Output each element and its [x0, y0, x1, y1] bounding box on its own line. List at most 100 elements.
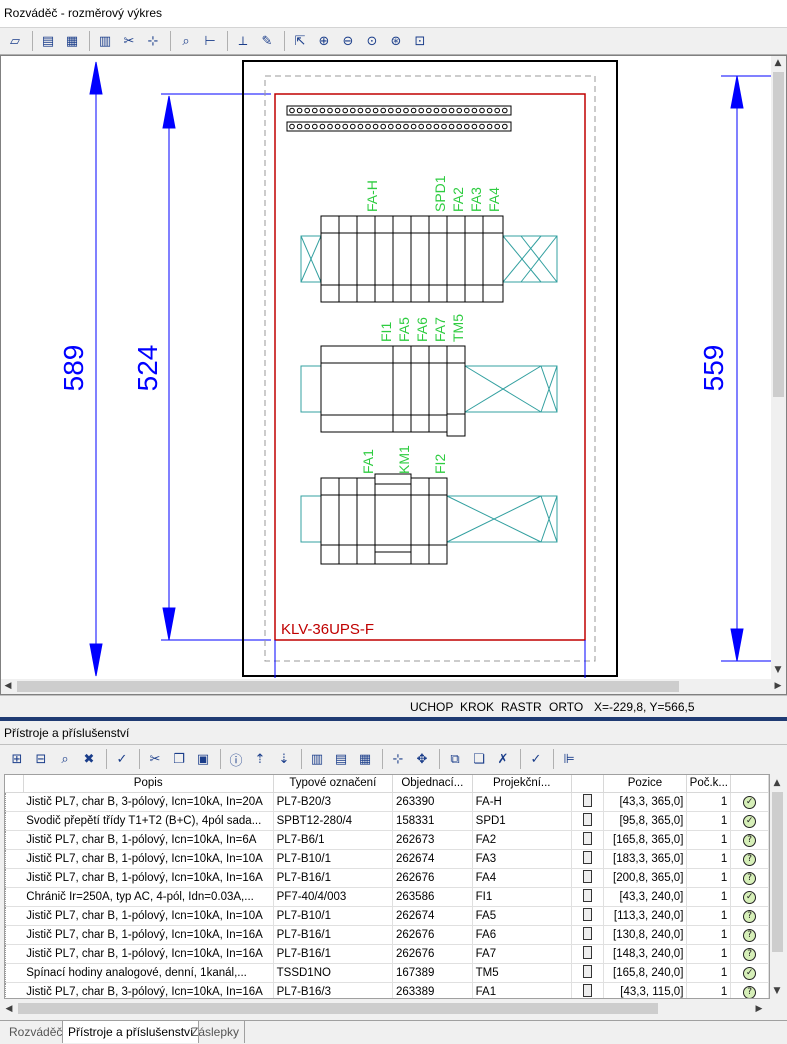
- terminal-dot: [289, 107, 295, 114]
- status-grid[interactable]: RASTR: [501, 700, 542, 714]
- print-setup-icon[interactable]: ▤: [37, 30, 59, 52]
- device-edit-icon[interactable]: ▦: [354, 748, 376, 770]
- select-icon[interactable]: ⇱: [289, 30, 311, 52]
- status-step[interactable]: KROK: [460, 700, 494, 714]
- scroll-thumb[interactable]: [17, 681, 679, 692]
- col-objednaci[interactable]: Objednací...: [392, 775, 473, 793]
- scroll-thumb[interactable]: [772, 792, 783, 952]
- status-icon: ?: [730, 830, 769, 850]
- tree-expand-icon[interactable]: ⊞: [6, 748, 28, 770]
- drawing-horizontal-scrollbar[interactable]: ◀ ▶: [1, 679, 786, 694]
- col-projekcni[interactable]: Projekční...: [472, 775, 572, 793]
- scroll-up-icon[interactable]: ▲: [770, 776, 784, 790]
- dimension-icon[interactable]: ⊢: [199, 30, 221, 52]
- table-row[interactable]: Spínací hodiny analogové, denní, 1kanál,…: [5, 963, 769, 983]
- scroll-thumb[interactable]: [18, 1003, 658, 1014]
- col-popis[interactable]: Popis: [23, 775, 274, 793]
- cell-pocet: 1: [686, 830, 732, 850]
- table-row[interactable]: Jistič PL7, char B, 1-pólový, Icn=10kA, …: [5, 944, 769, 964]
- terminal-dot: [433, 123, 440, 130]
- rail-icon[interactable]: ⊫: [558, 748, 580, 770]
- sort-up-icon[interactable]: ⇡: [249, 748, 271, 770]
- sort-down-icon[interactable]: ⇣: [273, 748, 295, 770]
- terminal-dot: [448, 123, 455, 130]
- zoom-fit-icon[interactable]: ⊙: [361, 30, 383, 52]
- table-horizontal-scrollbar[interactable]: ◀ ▶: [0, 1000, 787, 1017]
- zoom-out-icon[interactable]: ⊖: [337, 30, 359, 52]
- find-icon[interactable]: ⌕: [54, 748, 76, 770]
- place-icon[interactable]: ⊹: [387, 748, 409, 770]
- print-icon[interactable]: ▦: [61, 30, 83, 52]
- tab-zaslepky[interactable]: Záslepky: [186, 1021, 246, 1043]
- terminal-dot: [304, 123, 311, 130]
- cell-pocet: 1: [686, 944, 732, 964]
- table-row[interactable]: Jistič PL7, char B, 1-pólový, Icn=10kA, …: [5, 830, 769, 850]
- device-icon: [582, 850, 592, 864]
- col-pocet[interactable]: Poč.k...: [686, 775, 732, 793]
- zoom-in-icon[interactable]: ⊕: [313, 30, 335, 52]
- remove-icon[interactable]: ✗: [492, 748, 514, 770]
- zoom-all-icon[interactable]: ⊡: [409, 30, 431, 52]
- col-typ[interactable]: Typové označení: [273, 775, 394, 793]
- drawing-canvas[interactable]: 589 524 FA-H SPD1 FA2 FA3 FA4 FI1 FA5 FA…: [0, 55, 787, 695]
- drawing-vertical-scrollbar[interactable]: ▲ ▼: [771, 56, 786, 679]
- zoom-text-icon[interactable]: ⌕: [175, 30, 197, 52]
- tree-line: [5, 792, 24, 812]
- scroll-left-icon[interactable]: ◀: [1, 679, 15, 693]
- device-icon: [582, 831, 592, 845]
- zoom-window-icon[interactable]: ⊛: [385, 30, 407, 52]
- cell-objednaci: 262674: [392, 849, 473, 869]
- tree-line: [5, 906, 24, 926]
- scroll-right-icon[interactable]: ▶: [752, 1002, 766, 1016]
- table-vertical-scrollbar[interactable]: ▲ ▼: [770, 774, 785, 999]
- tab-rozvadec[interactable]: Rozváděč: [4, 1021, 69, 1043]
- table-row[interactable]: Jistič PL7, char B, 3-pólový, Icn=10kA, …: [5, 982, 769, 998]
- move-icon[interactable]: ✥: [411, 748, 433, 770]
- device-icon: [582, 888, 592, 902]
- scroll-down-icon[interactable]: ▼: [771, 663, 785, 677]
- col-status[interactable]: [730, 775, 769, 793]
- measure-icon[interactable]: ⟂: [232, 30, 254, 52]
- view-front-icon[interactable]: ▥: [94, 30, 116, 52]
- terminal-dot: [426, 107, 432, 114]
- toolbar-separator: [439, 749, 440, 769]
- table-row[interactable]: Jistič PL7, char B, 1-pólový, Icn=10kA, …: [5, 906, 769, 926]
- move-icon[interactable]: ⊹: [142, 30, 164, 52]
- scroll-right-icon[interactable]: ▶: [771, 679, 785, 693]
- scroll-down-icon[interactable]: ▼: [770, 984, 784, 998]
- scroll-left-icon[interactable]: ◀: [2, 1002, 16, 1016]
- table-row[interactable]: Jistič PL7, char B, 1-pólový, Icn=10kA, …: [5, 868, 769, 888]
- table-row[interactable]: Jistič PL7, char B, 3-pólový, Icn=10kA, …: [5, 792, 769, 812]
- copy-pages-icon[interactable]: ❏: [468, 748, 490, 770]
- device-side-icon[interactable]: ▤: [330, 748, 352, 770]
- table-row[interactable]: Jistič PL7, char B, 1-pólový, Icn=10kA, …: [5, 925, 769, 945]
- table-row[interactable]: Svodič přepětí třídy T1+T2 (B+C), 4pól s…: [5, 811, 769, 831]
- device-front-icon[interactable]: ▥: [306, 748, 328, 770]
- scroll-up-icon[interactable]: ▲: [771, 56, 785, 70]
- paste-icon[interactable]: ▣: [192, 748, 214, 770]
- terminal-dot: [502, 107, 508, 114]
- cut-icon[interactable]: ✂: [118, 30, 140, 52]
- col-pozice[interactable]: Pozice: [603, 775, 688, 793]
- scroll-thumb[interactable]: [773, 72, 784, 397]
- tree-collapse-icon[interactable]: ⊟: [30, 748, 52, 770]
- stack-icon[interactable]: ⧉: [444, 748, 466, 770]
- status-ortho[interactable]: ORTO: [549, 700, 583, 714]
- layers-icon[interactable]: ▱: [4, 30, 26, 52]
- copy-icon[interactable]: ❐: [168, 748, 190, 770]
- check-icon[interactable]: ✓: [111, 748, 133, 770]
- status-icon: ?: [730, 849, 769, 869]
- info-icon[interactable]: ⓘ: [225, 748, 247, 770]
- validate-icon[interactable]: ✓: [525, 748, 547, 770]
- table-row[interactable]: Jistič PL7, char B, 1-pólový, Icn=10kA, …: [5, 849, 769, 869]
- tab-pristroje[interactable]: Přístroje a příslušenství: [62, 1021, 200, 1043]
- terminal-dot: [418, 123, 425, 130]
- cell-typ: PL7-B10/1: [273, 849, 394, 869]
- cut-icon[interactable]: ✂: [144, 748, 166, 770]
- table-row[interactable]: Chránič Ir=250A, typ AC, 4-pól, Idn=0.03…: [5, 887, 769, 907]
- delete-icon[interactable]: ✖: [78, 748, 100, 770]
- status-snap[interactable]: UCHOP: [410, 700, 453, 714]
- terminal-dot: [334, 107, 341, 114]
- pencil-icon[interactable]: ✎: [256, 30, 278, 52]
- col-device-icon[interactable]: [571, 775, 604, 793]
